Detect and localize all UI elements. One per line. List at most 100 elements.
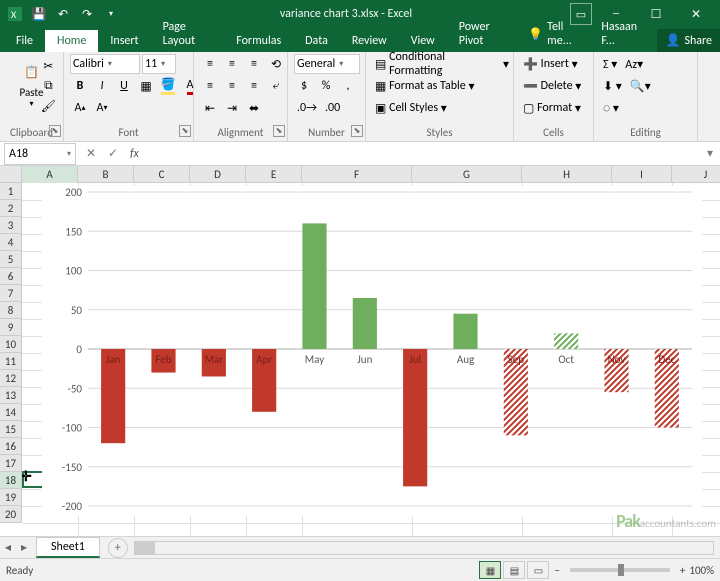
row-header-16[interactable]: 16 xyxy=(0,438,22,455)
column-header-A[interactable]: A xyxy=(22,166,78,183)
autosum-button[interactable]: Σ ▾ xyxy=(600,54,620,74)
align-middle-button[interactable]: ≡ xyxy=(222,54,242,74)
row-header-12[interactable]: 12 xyxy=(0,370,22,387)
row-header-9[interactable]: 9 xyxy=(0,319,22,336)
row-header-5[interactable]: 5 xyxy=(0,251,22,268)
share-button[interactable]: 👤Share xyxy=(657,29,720,52)
row-header-19[interactable]: 19 xyxy=(0,489,22,506)
decrease-decimal-button[interactable]: .00 xyxy=(322,98,343,118)
number-format-combo[interactable]: General▾ xyxy=(294,54,360,74)
fill-button[interactable]: ⬇ ▾ xyxy=(600,76,625,96)
underline-button[interactable]: U xyxy=(114,76,134,96)
italic-button[interactable]: I xyxy=(92,76,112,96)
row-header-11[interactable]: 11 xyxy=(0,353,22,370)
cancel-formula-button[interactable]: ✕ xyxy=(80,143,102,165)
zoom-in-button[interactable]: + xyxy=(680,564,685,577)
tab-formulas[interactable]: Formulas xyxy=(224,30,293,52)
close-button[interactable]: ✕ xyxy=(676,0,716,28)
row-header-10[interactable]: 10 xyxy=(0,336,22,353)
find-select-button[interactable]: 🔍▾ xyxy=(627,76,654,96)
expand-formula-bar[interactable]: ▾ xyxy=(700,146,720,161)
tab-insert[interactable]: Insert xyxy=(98,30,150,52)
zoom-slider[interactable] xyxy=(570,568,670,572)
format-cells-button[interactable]: ▢ Format ▾ xyxy=(520,98,592,118)
zoom-slider-thumb[interactable] xyxy=(618,564,624,576)
column-header-C[interactable]: C xyxy=(134,166,190,183)
tab-home[interactable]: Home xyxy=(45,30,98,52)
add-sheet-button[interactable]: + xyxy=(108,538,128,558)
tell-me[interactable]: 💡Tell me... xyxy=(520,16,589,52)
tab-file[interactable]: File xyxy=(4,30,45,52)
tab-data[interactable]: Data xyxy=(293,30,340,52)
qat-dropdown-icon[interactable]: ▾ xyxy=(100,3,122,25)
zoom-level[interactable]: 100% xyxy=(689,564,714,577)
row-header-13[interactable]: 13 xyxy=(0,387,22,404)
clipboard-launcher[interactable]: ⬊ xyxy=(49,125,61,137)
font-name-combo[interactable]: Calibri▾ xyxy=(70,54,140,74)
normal-view-button[interactable]: ▦ xyxy=(479,561,501,579)
column-header-I[interactable]: I xyxy=(612,166,672,183)
align-top-button[interactable]: ≡ xyxy=(200,54,220,74)
clear-button[interactable]: ◌ ▾ xyxy=(600,98,622,118)
increase-indent-button[interactable]: ⇥ xyxy=(222,98,242,118)
undo-icon[interactable]: ↶ xyxy=(52,3,74,25)
redo-icon[interactable]: ↷ xyxy=(76,3,98,25)
font-size-combo[interactable]: 11▾ xyxy=(142,54,176,74)
font-launcher[interactable]: ⬊ xyxy=(179,125,191,137)
row-header-1[interactable]: 1 xyxy=(0,183,22,200)
number-launcher[interactable]: ⬊ xyxy=(351,125,363,137)
tab-review[interactable]: Review xyxy=(340,30,399,52)
delete-cells-button[interactable]: ➖ Delete ▾ xyxy=(520,76,592,96)
column-header-J[interactable]: J xyxy=(672,166,720,183)
name-box[interactable]: A18▾ xyxy=(4,143,76,165)
column-header-H[interactable]: H xyxy=(522,166,612,183)
conditional-formatting-button[interactable]: ▤ Conditional Formatting ▾ xyxy=(372,54,512,74)
align-center-button[interactable]: ≡ xyxy=(222,76,242,96)
save-icon[interactable]: 💾 xyxy=(28,3,50,25)
bold-button[interactable]: B xyxy=(70,76,90,96)
border-button[interactable]: ▦ xyxy=(136,76,156,96)
align-left-button[interactable]: ≡ xyxy=(200,76,220,96)
cut-button[interactable]: ✂ xyxy=(38,56,59,76)
sheet-tab-sheet1[interactable]: Sheet1 xyxy=(36,537,100,558)
horizontal-scrollbar[interactable] xyxy=(134,541,714,555)
format-as-table-button[interactable]: ▦ Format as Table ▾ xyxy=(372,76,512,96)
wrap-text-button[interactable]: ⤶ xyxy=(266,76,286,96)
variance-chart[interactable]: -200-150-100-50050100150200JanFebMarAprM… xyxy=(42,186,702,516)
row-header-2[interactable]: 2 xyxy=(0,200,22,217)
copy-button[interactable]: ⧉ xyxy=(38,76,59,96)
row-header-6[interactable]: 6 xyxy=(0,268,22,285)
increase-decimal-button[interactable]: .0→ xyxy=(294,98,320,118)
comma-button[interactable]: , xyxy=(338,76,358,96)
grid[interactable]: ✛ -200-150-100-50050100150200JanFebMarAp… xyxy=(22,183,720,536)
excel-app-icon[interactable]: X xyxy=(4,3,26,25)
tab-page-layout[interactable]: Page Layout xyxy=(151,16,225,52)
column-header-B[interactable]: B xyxy=(78,166,134,183)
select-all-corner[interactable] xyxy=(0,166,22,183)
merge-center-button[interactable]: ⬌ xyxy=(244,98,264,118)
sheet-nav-next[interactable]: ▸ xyxy=(16,538,32,558)
row-header-4[interactable]: 4 xyxy=(0,234,22,251)
scrollbar-thumb[interactable] xyxy=(135,542,155,554)
user-name[interactable]: Hasaan F... xyxy=(589,16,657,52)
row-header-3[interactable]: 3 xyxy=(0,217,22,234)
tab-power-pivot[interactable]: Power Pivot xyxy=(447,16,520,52)
page-break-view-button[interactable]: ▭ xyxy=(527,561,549,579)
row-header-7[interactable]: 7 xyxy=(0,285,22,302)
page-layout-view-button[interactable]: ▤ xyxy=(503,561,525,579)
column-header-E[interactable]: E xyxy=(246,166,302,183)
cell-styles-button[interactable]: ▣ Cell Styles ▾ xyxy=(372,98,512,118)
align-bottom-button[interactable]: ≡ xyxy=(244,54,264,74)
column-header-G[interactable]: G xyxy=(412,166,522,183)
insert-cells-button[interactable]: ➕ Insert ▾ xyxy=(520,54,592,74)
orientation-button[interactable]: ⟲ xyxy=(266,54,286,74)
sheet-nav-prev[interactable]: ◂ xyxy=(0,538,16,558)
enter-formula-button[interactable]: ✓ xyxy=(102,143,124,165)
formula-input[interactable] xyxy=(145,143,700,165)
decrease-indent-button[interactable]: ⇤ xyxy=(200,98,220,118)
column-header-D[interactable]: D xyxy=(190,166,246,183)
row-header-8[interactable]: 8 xyxy=(0,302,22,319)
sort-filter-button[interactable]: Aᴢ▾ xyxy=(622,54,646,74)
row-header-14[interactable]: 14 xyxy=(0,404,22,421)
percent-button[interactable]: % xyxy=(316,76,336,96)
